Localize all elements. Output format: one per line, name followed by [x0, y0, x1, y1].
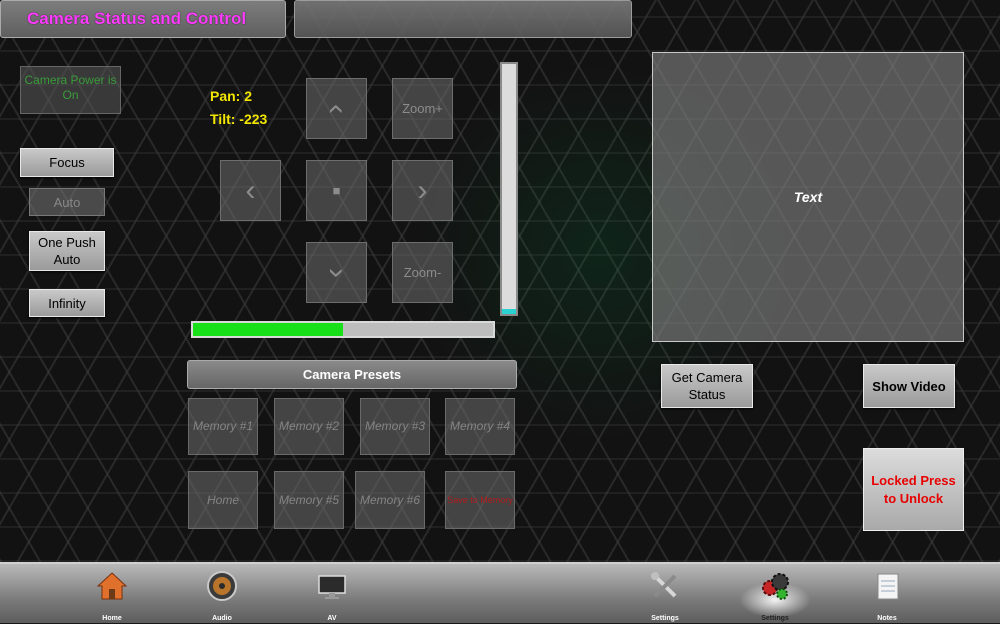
tools-icon	[651, 572, 677, 598]
nav-av[interactable]: AV	[302, 568, 362, 624]
video-preview: Text	[652, 52, 964, 342]
nav-notes[interactable]: Notes	[857, 568, 917, 624]
preset-memory-1[interactable]: Memory #1	[188, 398, 258, 455]
tilt-down-button[interactable]: ›	[306, 242, 367, 303]
bottom-nav-bar: Home Audio AV Settings Settings Notes	[0, 562, 1000, 623]
page-title: Camera Status and Control	[0, 0, 286, 38]
preset-memory-5[interactable]: Memory #5	[274, 471, 344, 529]
preset-home[interactable]: Home	[188, 471, 258, 529]
get-camera-status-button[interactable]: Get Camera Status	[661, 364, 753, 408]
pan-readout: Pan: 2	[210, 88, 253, 104]
infinity-button[interactable]: Infinity	[29, 289, 105, 317]
nav-audio[interactable]: Audio	[192, 568, 252, 624]
zoom-in-button[interactable]: Zoom+	[392, 78, 453, 139]
gears-icon	[762, 573, 789, 600]
speaker-icon	[207, 571, 237, 601]
show-video-button[interactable]: Show Video	[863, 364, 955, 408]
focus-slider[interactable]	[500, 62, 518, 316]
nav-settings-tools[interactable]: Settings	[635, 568, 695, 624]
level-bar	[191, 321, 495, 338]
monitor-icon	[318, 575, 346, 599]
video-placeholder-text: Text	[793, 189, 823, 205]
preset-memory-2[interactable]: Memory #2	[274, 398, 344, 455]
pan-right-button[interactable]: ›	[392, 160, 453, 221]
chevron-right-icon: ›	[417, 173, 428, 207]
tilt-readout: Tilt: -223	[210, 111, 268, 127]
ptz-stop-button[interactable]: ■	[306, 160, 367, 221]
nav-home[interactable]: Home	[82, 568, 142, 624]
preset-memory-4[interactable]: Memory #4	[445, 398, 515, 455]
notepad-icon	[877, 573, 899, 600]
focus-button[interactable]: Focus	[20, 148, 114, 177]
header-panel	[294, 0, 632, 38]
camera-power-status: Camera Power is On	[20, 66, 121, 114]
stop-icon: ■	[332, 183, 341, 198]
house-icon	[96, 572, 128, 600]
unlock-button[interactable]: Locked Press to Unlock	[863, 448, 964, 531]
one-push-auto-button[interactable]: One Push Auto	[29, 231, 105, 271]
zoom-out-button[interactable]: Zoom-	[392, 242, 453, 303]
save-to-memory-button[interactable]: Save to Memory	[445, 471, 515, 529]
auto-focus-button[interactable]: Auto	[29, 188, 105, 216]
preset-memory-3[interactable]: Memory #3	[360, 398, 430, 455]
level-bar-fill	[193, 323, 343, 336]
preset-memory-6[interactable]: Memory #6	[355, 471, 425, 529]
camera-presets-header: Camera Presets	[187, 360, 517, 389]
pan-left-button[interactable]: ‹	[220, 160, 281, 221]
chevron-left-icon: ‹	[245, 173, 256, 207]
focus-slider-fill	[502, 309, 516, 314]
nav-settings[interactable]: Settings	[739, 568, 811, 624]
chevron-up-icon: ‹	[320, 103, 354, 114]
chevron-down-icon: ›	[320, 267, 354, 278]
tilt-up-button[interactable]: ‹	[306, 78, 367, 139]
